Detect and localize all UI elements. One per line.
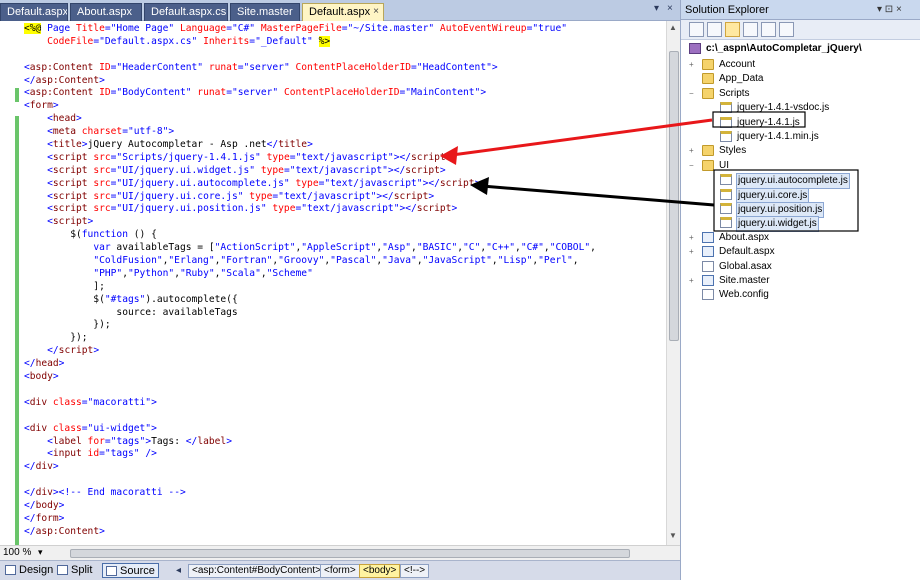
black-arrow	[481, 184, 715, 207]
black-arrowhead	[470, 177, 489, 195]
red-arrow	[451, 118, 713, 157]
highlight-box-ui	[713, 169, 859, 232]
highlight-box-jquery	[712, 111, 806, 128]
annotation-overlay	[440, 111, 859, 232]
red-arrowhead	[440, 146, 458, 165]
